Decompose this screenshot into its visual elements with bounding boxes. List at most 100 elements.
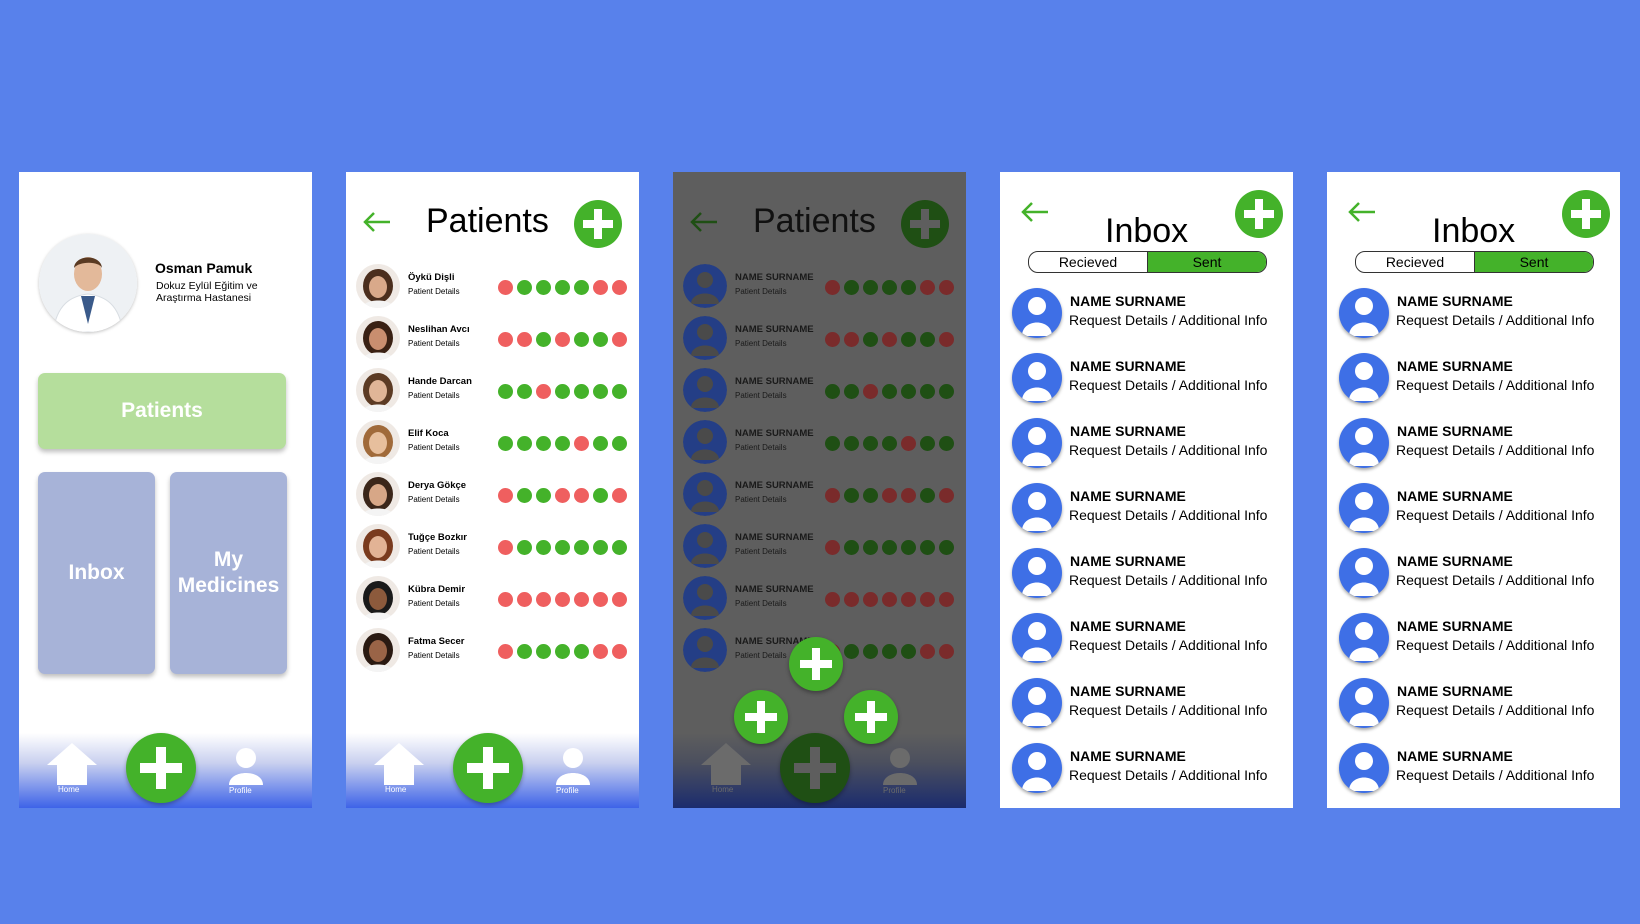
status-dot-taken <box>920 384 935 399</box>
message-row[interactable]: NAME SURNAME Request Details / Additiona… <box>1339 548 1614 600</box>
add-button[interactable] <box>453 733 523 803</box>
tab-sent[interactable]: Sent <box>1474 252 1593 272</box>
sender-name: NAME SURNAME <box>1070 683 1186 699</box>
back-arrow-icon[interactable] <box>689 210 719 234</box>
patient-details-link[interactable]: Patient Details <box>735 651 787 660</box>
patients-add-menu-screen: Patients NAME SURNAME Patient Details NA… <box>673 172 966 808</box>
patient-row[interactable]: Elif Koca Patient Details <box>356 420 636 468</box>
profile-icon[interactable] <box>883 747 917 785</box>
speed-dial-left-button[interactable] <box>734 690 788 744</box>
patient-details-link[interactable]: Patient Details <box>408 287 460 296</box>
patient-row[interactable]: NAME SURNAME Patient Details <box>683 472 963 520</box>
new-message-button[interactable] <box>1562 190 1610 238</box>
my-medicines-tile[interactable]: My Medicines <box>170 472 287 674</box>
adherence-dots <box>498 280 627 295</box>
patient-row[interactable]: Tuğçe Bozkır Patient Details <box>356 524 636 572</box>
plus-icon <box>800 648 832 680</box>
message-preview: Request Details / Additional Info <box>1069 442 1268 458</box>
new-message-button[interactable] <box>1235 190 1283 238</box>
message-row[interactable]: NAME SURNAME Request Details / Additiona… <box>1012 288 1287 340</box>
patient-row[interactable]: Hande Darcan Patient Details <box>356 368 636 416</box>
home-icon[interactable] <box>374 743 424 785</box>
patient-details-link[interactable]: Patient Details <box>735 599 787 608</box>
patient-details-link[interactable]: Patient Details <box>735 443 787 452</box>
plus-icon <box>910 209 940 239</box>
patient-row[interactable]: NAME SURNAME Patient Details <box>683 264 963 312</box>
status-dot-missed <box>939 592 954 607</box>
patient-row[interactable]: NAME SURNAME Patient Details <box>683 368 963 416</box>
status-dot-missed <box>536 384 551 399</box>
add-patient-button[interactable] <box>574 200 622 248</box>
message-row[interactable]: NAME SURNAME Request Details / Additiona… <box>1339 353 1614 405</box>
message-row[interactable]: NAME SURNAME Request Details / Additiona… <box>1012 548 1287 600</box>
message-row[interactable]: NAME SURNAME Request Details / Additiona… <box>1339 678 1614 730</box>
patient-details-link[interactable]: Patient Details <box>408 599 460 608</box>
add-button[interactable] <box>780 733 850 803</box>
patient-row[interactable]: NAME SURNAME Patient Details <box>683 316 963 364</box>
patient-row[interactable]: NAME SURNAME Patient Details <box>683 576 963 624</box>
message-preview: Request Details / Additional Info <box>1396 572 1595 588</box>
message-row[interactable]: NAME SURNAME Request Details / Additiona… <box>1339 483 1614 535</box>
message-row[interactable]: NAME SURNAME Request Details / Additiona… <box>1012 743 1287 795</box>
patient-row[interactable]: NAME SURNAME Patient Details <box>683 420 963 468</box>
patient-details-link[interactable]: Patient Details <box>735 339 787 348</box>
back-arrow-icon[interactable] <box>362 210 392 234</box>
patient-row[interactable]: Öykü Dişli Patient Details <box>356 264 636 312</box>
message-row[interactable]: NAME SURNAME Request Details / Additiona… <box>1012 418 1287 470</box>
person-placeholder-icon <box>1012 743 1062 793</box>
patient-details-link[interactable]: Patient Details <box>408 443 460 452</box>
patient-details-link[interactable]: Patient Details <box>408 495 460 504</box>
patient-row[interactable]: Fatma Secer Patient Details <box>356 628 636 676</box>
plus-icon <box>794 747 836 789</box>
patient-details-link[interactable]: Patient Details <box>408 651 460 660</box>
message-row[interactable]: NAME SURNAME Request Details / Additiona… <box>1012 678 1287 730</box>
status-dot-missed <box>593 592 608 607</box>
add-patient-button[interactable] <box>901 200 949 248</box>
patient-details-link[interactable]: Patient Details <box>408 391 460 400</box>
person-placeholder-icon <box>683 524 727 568</box>
message-row[interactable]: NAME SURNAME Request Details / Additiona… <box>1339 613 1614 665</box>
patient-name: Tuğçe Bozkır <box>408 532 467 543</box>
tab-received[interactable]: Recieved <box>1029 252 1147 272</box>
patient-details-link[interactable]: Patient Details <box>408 339 460 348</box>
patient-details-link[interactable]: Patient Details <box>735 495 787 504</box>
message-row[interactable]: NAME SURNAME Request Details / Additiona… <box>1339 288 1614 340</box>
tab-sent[interactable]: Sent <box>1147 252 1266 272</box>
status-dot-taken <box>574 332 589 347</box>
patient-row[interactable]: Neslihan Avcı Patient Details <box>356 316 636 364</box>
patient-row[interactable]: Derya Gökçe Patient Details <box>356 472 636 520</box>
status-dot-taken <box>901 280 916 295</box>
speed-dial-top-button[interactable] <box>789 637 843 691</box>
profile-icon[interactable] <box>556 747 590 785</box>
message-row[interactable]: NAME SURNAME Request Details / Additiona… <box>1339 418 1614 470</box>
status-dot-taken <box>939 436 954 451</box>
status-dot-missed <box>882 592 897 607</box>
back-arrow-icon[interactable] <box>1347 200 1377 224</box>
profile-icon[interactable] <box>229 747 263 785</box>
message-row[interactable]: NAME SURNAME Request Details / Additiona… <box>1012 483 1287 535</box>
home-icon[interactable] <box>47 743 97 785</box>
patient-details-link[interactable]: Patient Details <box>735 391 787 400</box>
back-arrow-icon[interactable] <box>1020 200 1050 224</box>
patient-details-link[interactable]: Patient Details <box>735 287 787 296</box>
status-dot-taken <box>882 384 897 399</box>
sender-name: NAME SURNAME <box>1397 683 1513 699</box>
patient-row[interactable]: Kübra Demir Patient Details <box>356 576 636 624</box>
status-dot-taken <box>863 280 878 295</box>
patient-details-link[interactable]: Patient Details <box>735 547 787 556</box>
add-button[interactable] <box>126 733 196 803</box>
status-dot-taken <box>863 436 878 451</box>
speed-dial-right-button[interactable] <box>844 690 898 744</box>
bottom-nav: Home Profile <box>673 733 966 808</box>
message-row[interactable]: NAME SURNAME Request Details / Additiona… <box>1012 353 1287 405</box>
patient-row[interactable]: NAME SURNAME Patient Details <box>683 524 963 572</box>
message-row[interactable]: NAME SURNAME Request Details / Additiona… <box>1339 743 1614 795</box>
inbox-tile[interactable]: Inbox <box>38 472 155 674</box>
tab-received[interactable]: Recieved <box>1356 252 1474 272</box>
doctor-avatar[interactable] <box>39 234 137 332</box>
status-dot-taken <box>825 436 840 451</box>
message-row[interactable]: NAME SURNAME Request Details / Additiona… <box>1012 613 1287 665</box>
patient-details-link[interactable]: Patient Details <box>408 547 460 556</box>
home-icon[interactable] <box>701 743 751 785</box>
patients-tile[interactable]: Patients <box>38 373 286 449</box>
